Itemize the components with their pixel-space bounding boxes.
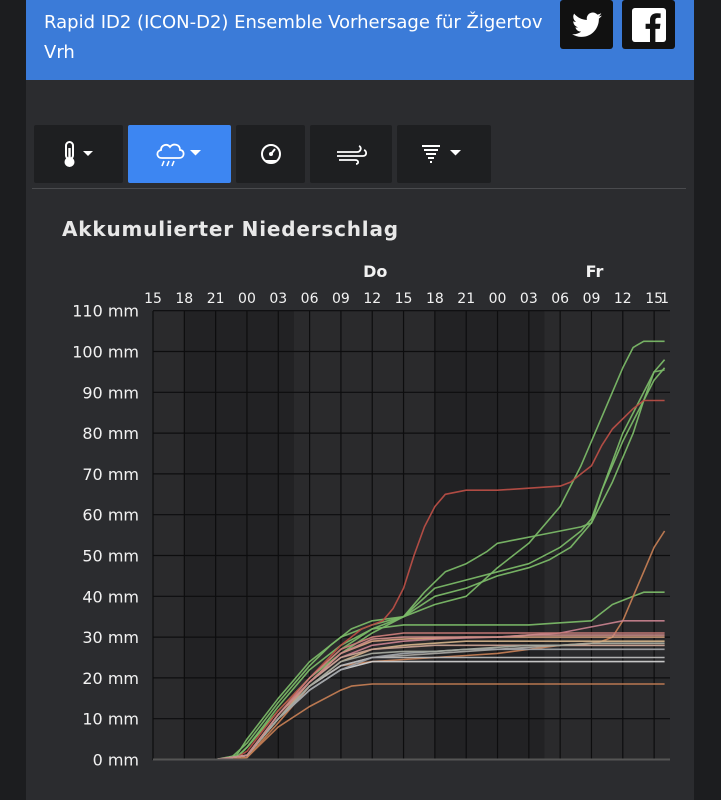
x-tick-label: 00: [238, 291, 256, 307]
y-tick-label: 30 mm: [82, 628, 139, 647]
x-tick-label: 1: [660, 291, 669, 307]
x-tick-label: 09: [583, 291, 601, 307]
x-tick-label: 18: [175, 291, 193, 307]
x-tick-label: 15: [395, 291, 413, 307]
x-tick-label: 06: [301, 291, 319, 307]
y-tick-label: 0 mm: [93, 751, 139, 770]
x-tick-label: 12: [363, 291, 381, 307]
x-tick-label: 06: [551, 291, 569, 307]
precipitation-chart: 0 mm 10 mm 20 mm 30 mm 40 mm 50 mm 60 mm 70 mm 8…: [72, 262, 670, 770]
x-tick-label: 21: [207, 291, 225, 307]
y-tick-label: 40 mm: [82, 587, 139, 606]
day-label: Do: [363, 262, 387, 281]
x-tick-label: 15: [144, 291, 162, 307]
y-tick-label: 10 mm: [82, 710, 139, 729]
page-title: Rapid ID2 (ICON-D2) Ensemble Vorhersage …: [44, 12, 543, 63]
night-band: [184, 311, 294, 760]
twitter-share-button[interactable]: [560, 0, 613, 49]
x-tick-label: 03: [520, 291, 538, 307]
x-tick-label: 00: [489, 291, 507, 307]
night-band: [434, 311, 545, 760]
x-tick-label: 18: [426, 291, 444, 307]
y-tick-label: 100 mm: [72, 343, 139, 362]
y-tick-label: 80 mm: [82, 424, 139, 443]
day-label: Fr: [586, 262, 604, 281]
x-tick-label: 12: [614, 291, 632, 307]
y-tick-label: 70 mm: [82, 465, 139, 484]
y-tick-label: 50 mm: [82, 547, 139, 566]
y-tick-label: 90 mm: [82, 383, 139, 402]
facebook-share-button[interactable]: [622, 0, 675, 49]
y-tick-label: 60 mm: [82, 506, 139, 525]
x-tick-label: 21: [457, 291, 475, 307]
facebook-icon: [631, 7, 666, 42]
y-tick-label: 110 mm: [72, 302, 139, 321]
y-tick-label: 20 mm: [82, 669, 139, 688]
x-tick-label: 09: [332, 291, 350, 307]
x-tick-label: 03: [269, 291, 287, 307]
twitter-icon: [571, 12, 602, 37]
